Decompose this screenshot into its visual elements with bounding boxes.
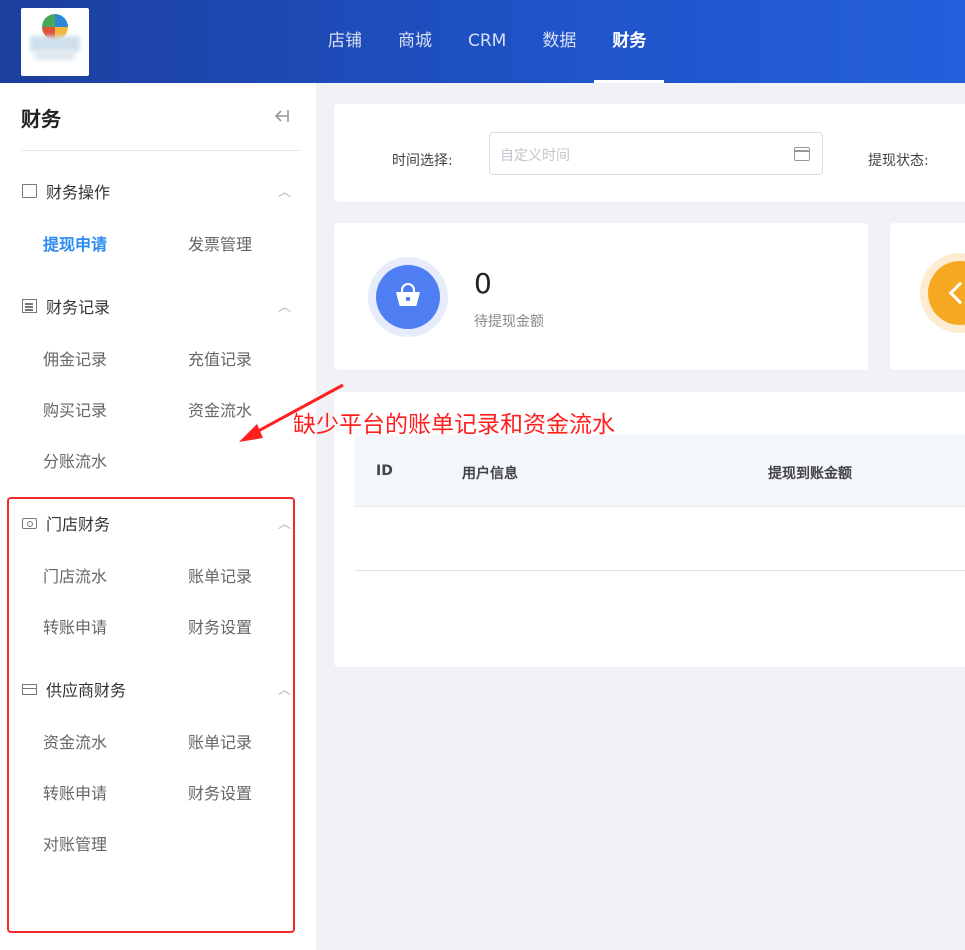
stat-icon-ring xyxy=(368,257,448,337)
basket-icon xyxy=(396,283,420,307)
column-header-user-info[interactable]: 用户信息 xyxy=(462,463,518,483)
group-label: 财务记录 xyxy=(46,298,111,317)
stat-card-second xyxy=(890,223,965,370)
column-header-withdraw-amount[interactable]: 提现到账金额 xyxy=(768,463,852,483)
list-icon xyxy=(22,299,37,313)
stat-card-pending-withdraw: 0 待提现金额 xyxy=(334,223,868,370)
nav-item-crm[interactable]: CRM xyxy=(450,0,524,83)
chevron-up-icon[interactable]: ︿ xyxy=(278,296,291,315)
menu-item-split-flow[interactable]: 分账流水 xyxy=(43,448,107,472)
group-finance-records[interactable]: 财务记录 xyxy=(22,294,110,318)
stat-label: 待提现金额 xyxy=(474,314,544,330)
nav-item-finance[interactable]: 财务 xyxy=(594,0,665,83)
time-filter-label: 时间选择: xyxy=(392,153,453,169)
collapse-sidebar-icon[interactable] xyxy=(270,107,290,125)
menu-item-invoice-manage[interactable]: 发票管理 xyxy=(188,231,252,255)
menu-item-purchase[interactable]: 购买记录 xyxy=(43,397,107,421)
sidebar-divider xyxy=(21,150,301,151)
stat-value: 0 xyxy=(474,267,492,300)
stat-icon-ring xyxy=(920,253,965,333)
date-range-input[interactable]: 自定义时间 xyxy=(489,132,823,175)
chevron-up-icon[interactable]: ︿ xyxy=(278,181,291,200)
annotation-text: 缺少平台的账单记录和资金流水 xyxy=(293,412,615,438)
menu-item-recharge[interactable]: 充值记录 xyxy=(188,346,252,370)
menu-item-withdraw-apply[interactable]: 提现申请 xyxy=(43,231,107,255)
table-divider xyxy=(355,570,965,571)
annotation-highlight-box xyxy=(7,497,295,933)
logo[interactable] xyxy=(21,8,89,76)
menu-item-commission[interactable]: 佣金记录 xyxy=(43,346,107,370)
sidebar-title: 财务 xyxy=(21,107,61,131)
chevron-icon xyxy=(948,281,965,305)
group-label: 财务操作 xyxy=(46,183,111,202)
status-filter-label: 提现状态: xyxy=(868,153,929,169)
nav-item-data[interactable]: 数据 xyxy=(524,0,594,83)
date-input-placeholder: 自定义时间 xyxy=(500,148,570,164)
column-header-id[interactable]: ID xyxy=(376,463,393,479)
calendar-icon[interactable] xyxy=(794,147,810,161)
top-header: 店铺 商城 CRM 数据 财务 xyxy=(0,0,965,83)
nav-item-store[interactable]: 店铺 xyxy=(310,0,380,83)
filter-card: 时间选择: 自定义时间 提现状态: xyxy=(334,104,965,202)
document-icon xyxy=(22,184,37,198)
nav-item-mall[interactable]: 商城 xyxy=(380,0,450,83)
top-nav: 店铺 商城 CRM 数据 财务 xyxy=(310,0,665,83)
group-finance-ops[interactable]: 财务操作 xyxy=(22,179,110,203)
table-header: ID 用户信息 提现到账金额 xyxy=(355,435,965,507)
